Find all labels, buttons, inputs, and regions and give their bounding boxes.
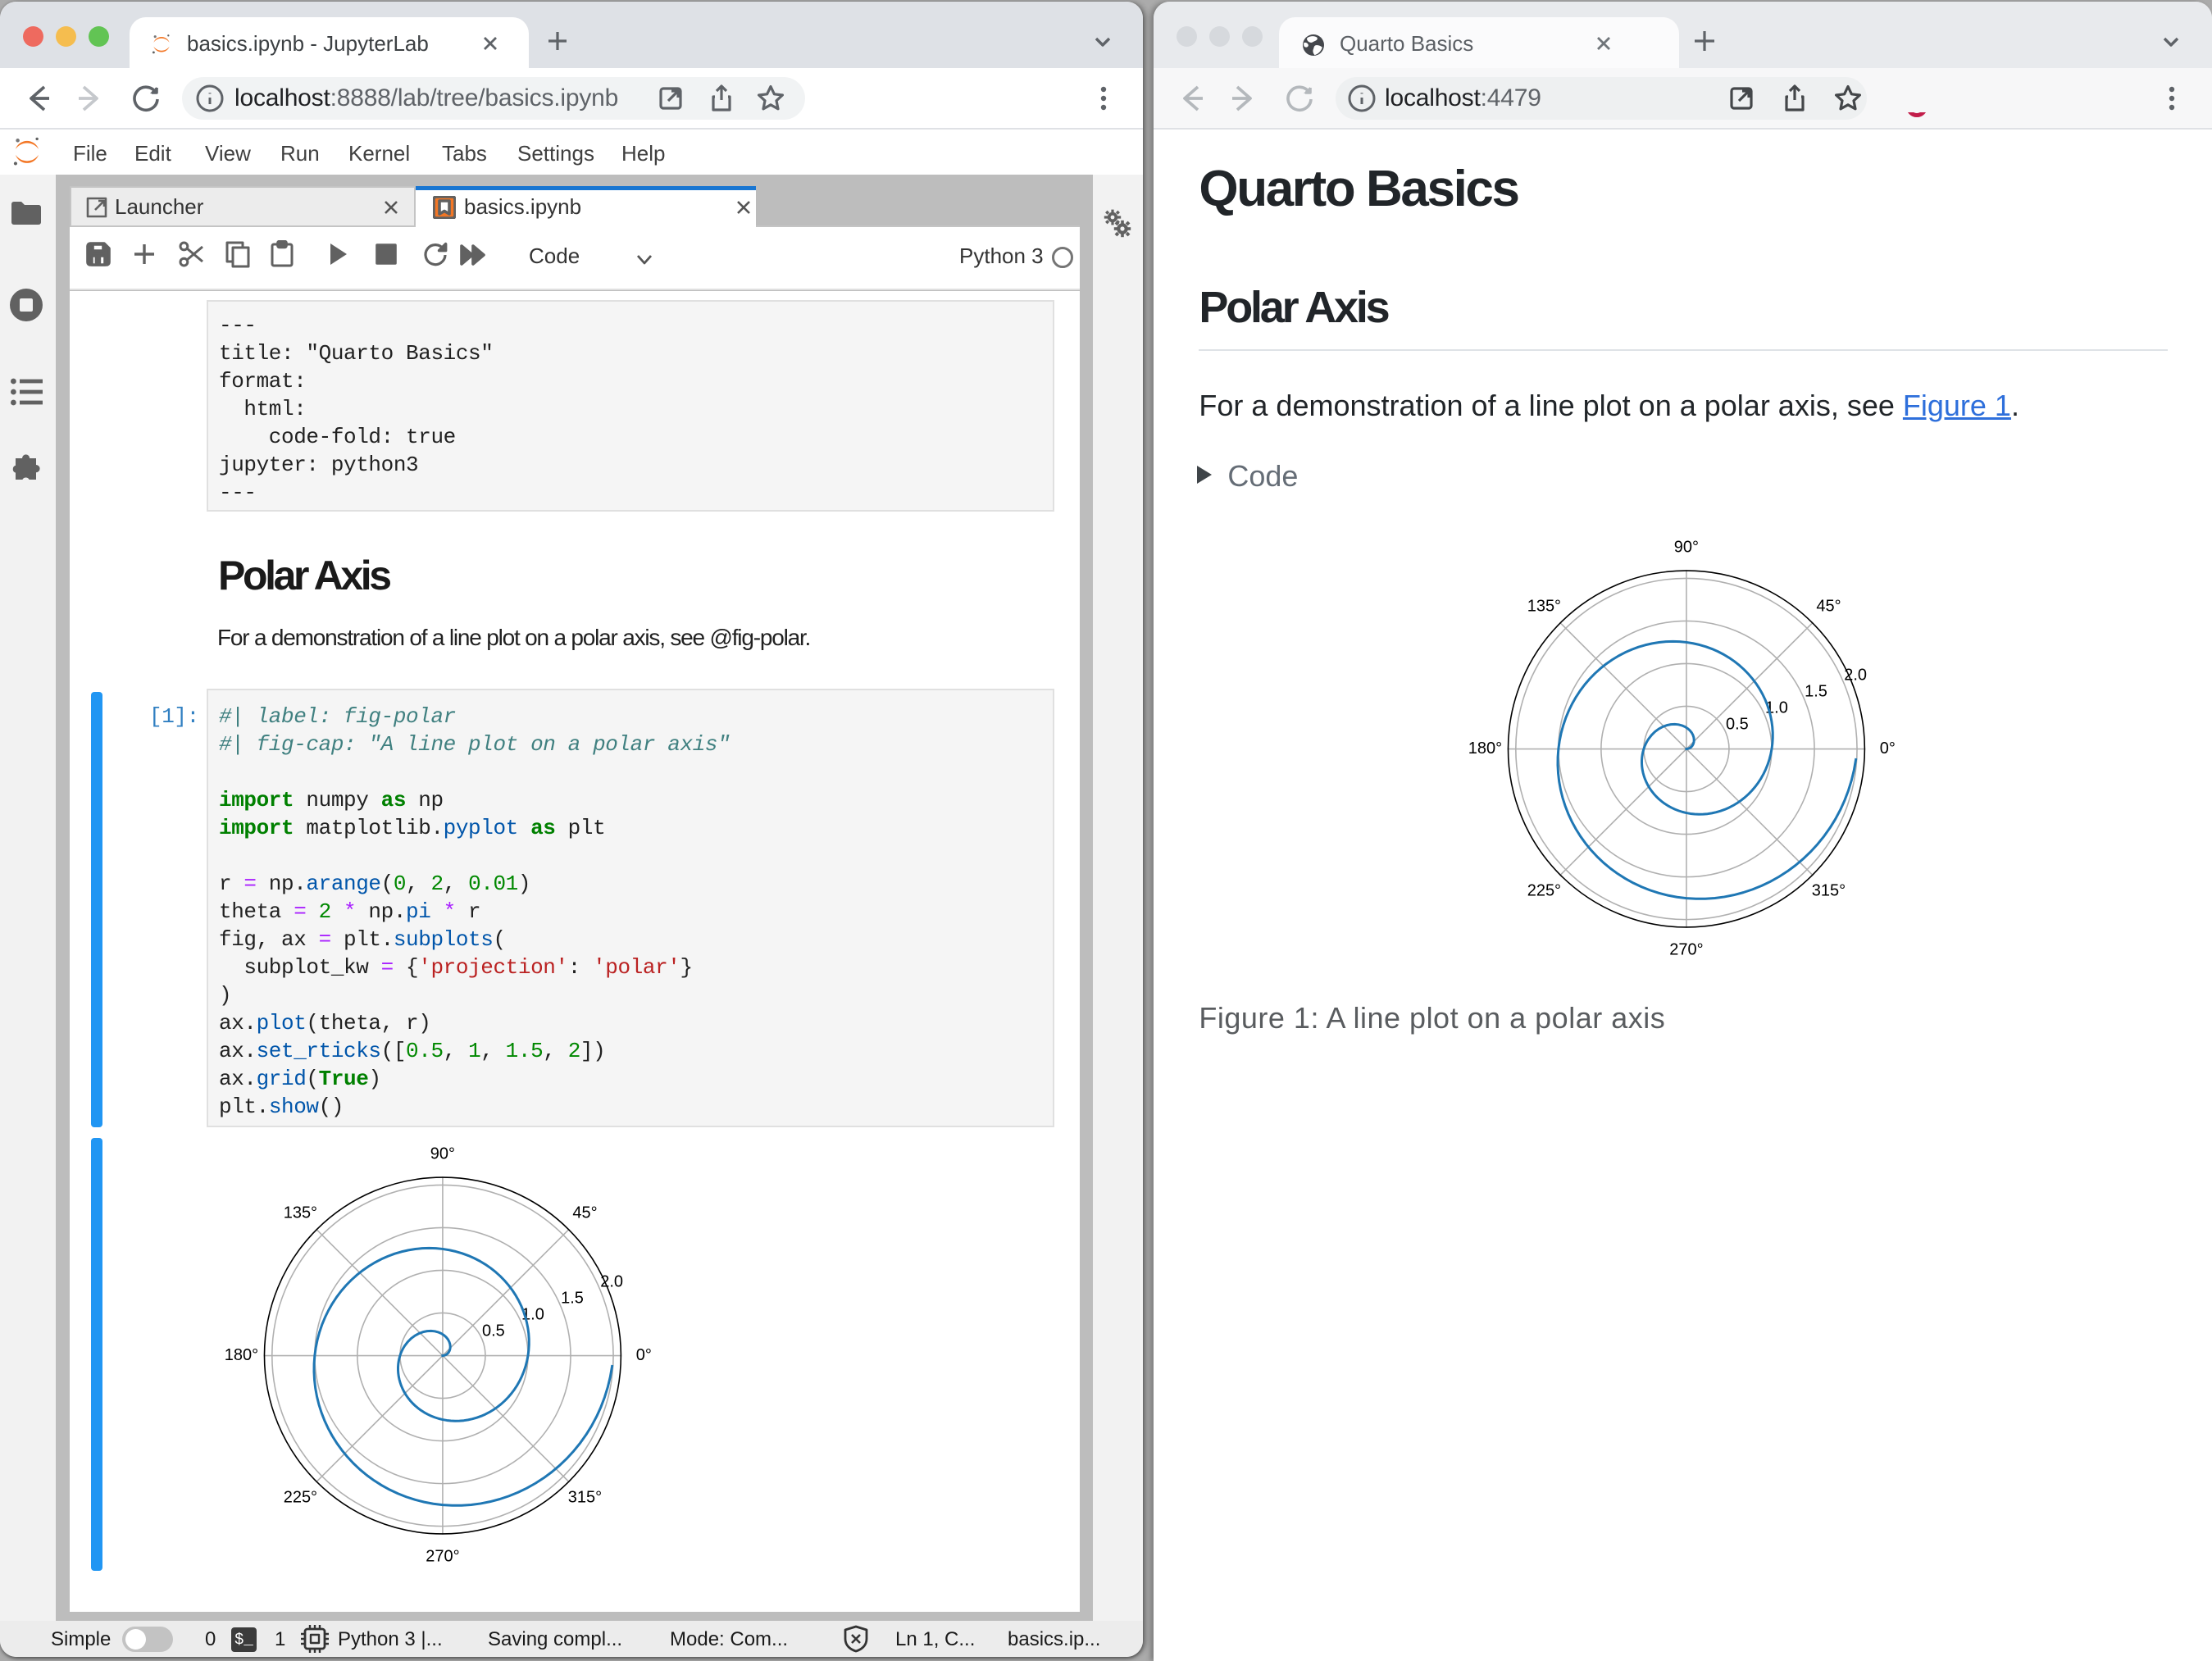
svg-text:180°: 180° [1468,739,1502,758]
svg-text:90°: 90° [430,1145,455,1163]
svg-text:1.5: 1.5 [561,1290,584,1308]
svg-text:315°: 315° [568,1489,602,1507]
svg-text:180°: 180° [225,1346,258,1364]
svg-text:135°: 135° [284,1204,317,1222]
svg-text:135°: 135° [1527,597,1561,615]
svg-text:270°: 270° [1669,940,1703,958]
svg-text:0.5: 0.5 [1726,715,1749,733]
svg-text:45°: 45° [1816,597,1841,615]
svg-text:315°: 315° [1812,882,1846,900]
svg-text:2.0: 2.0 [1844,667,1867,685]
svg-text:0.5: 0.5 [482,1322,505,1340]
svg-text:0°: 0° [636,1346,652,1364]
svg-text:2.0: 2.0 [600,1273,623,1291]
svg-text:270°: 270° [426,1547,459,1565]
svg-text:45°: 45° [572,1204,597,1222]
svg-text:225°: 225° [284,1489,317,1507]
svg-text:1.5: 1.5 [1805,683,1827,701]
svg-text:0°: 0° [1880,739,1896,758]
svg-text:90°: 90° [1674,539,1699,557]
svg-text:225°: 225° [1527,882,1561,900]
